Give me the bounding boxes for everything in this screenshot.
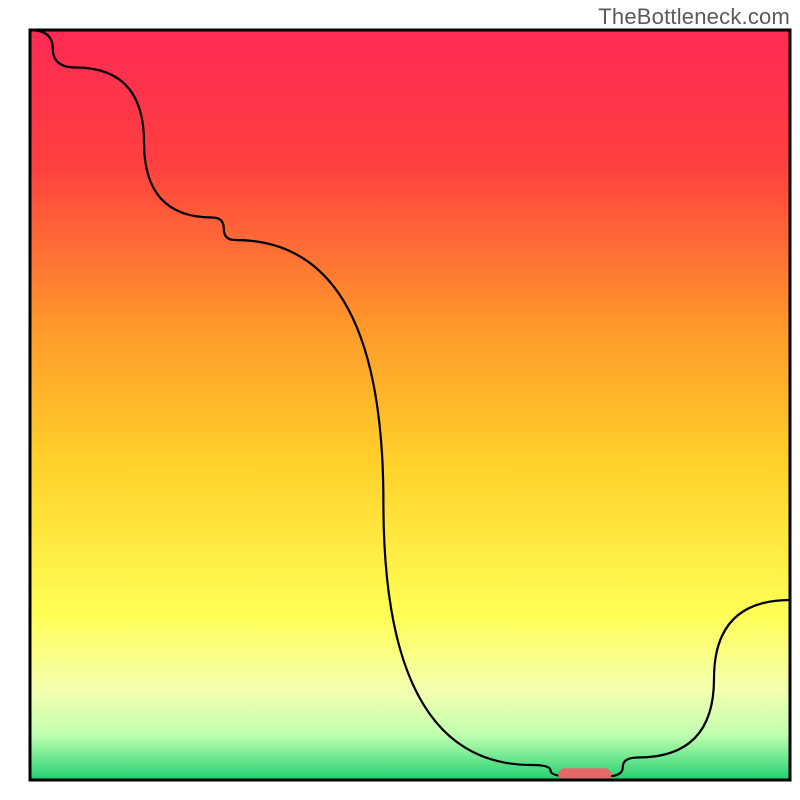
watermark-text: TheBottleneck.com <box>598 4 790 30</box>
bottleneck-chart <box>0 0 800 800</box>
chart-container: TheBottleneck.com <box>0 0 800 800</box>
